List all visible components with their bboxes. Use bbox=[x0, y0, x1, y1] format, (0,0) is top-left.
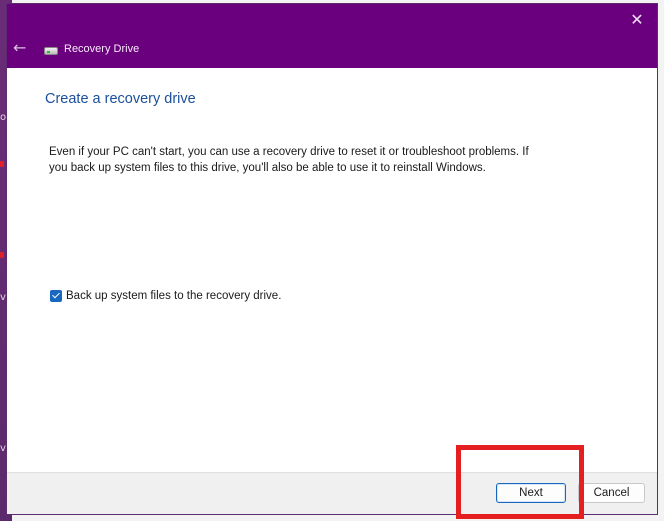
page-heading: Create a recovery drive bbox=[45, 91, 196, 107]
next-button[interactable]: Next bbox=[496, 483, 566, 503]
drive-icon bbox=[44, 47, 58, 55]
dialog-footer: Next Cancel bbox=[7, 472, 657, 514]
window-title: Recovery Drive bbox=[64, 43, 140, 55]
close-icon: ✕ bbox=[630, 10, 644, 29]
backup-system-files-option[interactable]: Back up system files to the recovery dri… bbox=[50, 290, 281, 302]
backup-checkbox[interactable] bbox=[50, 290, 62, 302]
back-button[interactable]: ← bbox=[13, 39, 31, 57]
title-bar: ✕ ← Recovery Drive bbox=[7, 4, 657, 68]
background-red-marker bbox=[0, 252, 4, 258]
background-red-marker bbox=[0, 161, 4, 167]
description-line: you back up system files to this drive, … bbox=[49, 162, 486, 174]
backup-checkbox-label[interactable]: Back up system files to the recovery dri… bbox=[66, 290, 281, 302]
back-arrow-icon: ← bbox=[13, 38, 27, 57]
cancel-button[interactable]: Cancel bbox=[578, 483, 645, 503]
description-line: Even if your PC can't start, you can use… bbox=[49, 146, 529, 158]
recovery-drive-dialog: ✕ ← Recovery Drive Create a recovery dri… bbox=[6, 3, 658, 515]
description-text: Even if your PC can't start, you can use… bbox=[49, 144, 589, 176]
close-button[interactable]: ✕ bbox=[625, 10, 649, 30]
